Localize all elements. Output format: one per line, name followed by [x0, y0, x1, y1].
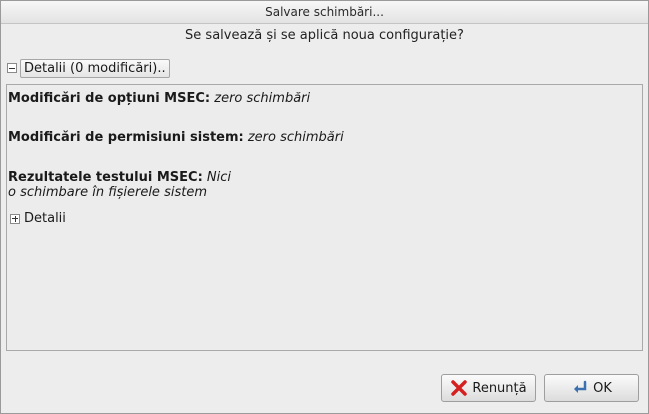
- window-title: Salvare schimbări...: [265, 5, 384, 19]
- system-permissions-row: Modificări de permisiuni sistem: zero sc…: [8, 130, 344, 145]
- title-bar[interactable]: Salvare schimbări...: [1, 1, 648, 24]
- test-results-value-2: o schimbare în fișierele sistem: [8, 185, 207, 200]
- msec-options-value: zero schimbări: [214, 91, 311, 106]
- red-x-icon: [451, 380, 468, 396]
- enter-arrow-icon: [574, 380, 587, 393]
- details-expander-label[interactable]: Detalii (0 modificări)..: [20, 58, 170, 78]
- dialog-question: Se salvează și se aplică noua configuraț…: [185, 28, 464, 43]
- cancel-button-label: Renunță: [472, 380, 527, 396]
- test-results-row: Rezultatele testului MSEC: Nici: [8, 170, 231, 185]
- msec-options-label: Modificări de opțiuni MSEC:: [8, 91, 211, 106]
- system-permissions-label: Modificări de permisiuni sistem:: [8, 130, 244, 145]
- cancel-button[interactable]: Renunță: [441, 374, 536, 402]
- dialog-window: Salvare schimbări... Se salvează și se a…: [0, 0, 649, 414]
- system-permissions-value: zero schimbări: [247, 130, 344, 145]
- test-results-label: Rezultatele testului MSEC:: [8, 170, 203, 185]
- ok-button[interactable]: OK: [544, 374, 639, 402]
- test-results-row-2: o schimbare în fișierele sistem: [8, 185, 207, 200]
- msec-options-row: Modificări de opțiuni MSEC: zero schimbă…: [8, 91, 310, 106]
- test-results-value-1: Nici: [206, 170, 232, 185]
- inner-details-expander[interactable]: Detalii: [10, 211, 66, 226]
- ok-button-label: OK: [593, 380, 612, 396]
- details-panel: Modificări de opțiuni MSEC: zero schimbă…: [6, 84, 643, 351]
- inner-details-label[interactable]: Detalii: [24, 211, 66, 226]
- details-expander[interactable]: Detalii (0 modificări)..: [7, 58, 170, 78]
- collapse-icon[interactable]: [7, 63, 17, 73]
- expand-icon[interactable]: [10, 213, 20, 224]
